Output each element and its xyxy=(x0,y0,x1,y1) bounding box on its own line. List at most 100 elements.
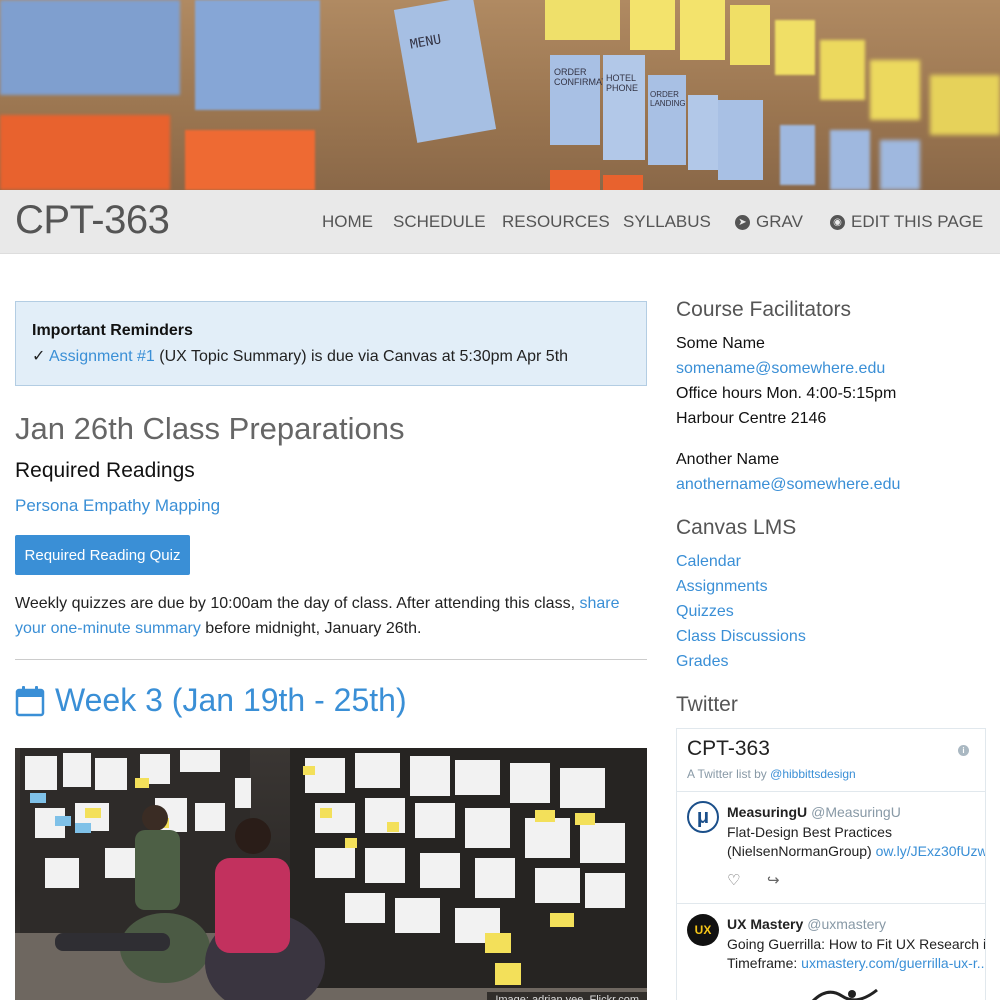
measuringu-logo-icon: μ xyxy=(696,806,710,828)
required-reading-quiz-button[interactable]: Required Reading Quiz xyxy=(15,535,190,575)
sticky-note xyxy=(0,0,180,95)
quiz-info-paragraph: Weekly quizzes are due by 10:00am the da… xyxy=(15,591,647,641)
class-prep-title: Jan 26th Class Preparations xyxy=(15,411,405,446)
sticky-note xyxy=(718,100,763,180)
nav-label: SCHEDULE xyxy=(393,212,486,231)
sticky-note-menu: MENU xyxy=(393,0,497,143)
author-handle: @uxmastery xyxy=(807,916,887,932)
sticky-note xyxy=(775,20,815,75)
tweet-line: Going Guerrilla: How to Fit UX Research … xyxy=(727,936,986,952)
course-facilitators-heading: Course Facilitators xyxy=(676,298,852,321)
sticky-note xyxy=(820,40,865,100)
sticky-note xyxy=(195,0,320,110)
uxmastery-avatar[interactable]: UX xyxy=(687,914,719,946)
office-room: Harbour Centre 2146 xyxy=(676,410,827,427)
office-hours: Office hours Mon. 4:00-5:15pm xyxy=(676,385,897,402)
nav-label: RESOURCES xyxy=(502,212,610,231)
tweet-link[interactable]: uxmastery.com/guerrilla-ux-r... xyxy=(801,955,985,971)
canvas-link-quizzes[interactable]: Quizzes xyxy=(676,603,734,621)
divider xyxy=(15,659,647,660)
tweet-line: Timeframe: uxmastery.com/guerrilla-ux-r.… xyxy=(727,954,985,973)
tweet-line-text: Timeframe: xyxy=(727,955,802,971)
sticky-note xyxy=(545,0,620,40)
tweet-line: Flat-Design Best Practices xyxy=(727,824,892,840)
tweet-image-illustration xyxy=(811,988,878,1000)
sticky-note xyxy=(780,125,815,185)
nav-edit-this-page[interactable]: ◉ EDIT THIS PAGE xyxy=(830,212,983,232)
reminder-line: ✓ Assignment #1 (UX Topic Summary) is du… xyxy=(32,346,630,366)
sticky-note xyxy=(630,0,675,50)
facilitator-email-link[interactable]: somename@somewhere.edu xyxy=(676,360,885,378)
nav-resources[interactable]: RESOURCES xyxy=(502,212,610,232)
canvas-lms-heading: Canvas LMS xyxy=(676,516,797,539)
sticky-note xyxy=(680,0,725,60)
sticky-note xyxy=(688,95,718,170)
sticky-note xyxy=(730,5,770,65)
sticky-note xyxy=(550,170,600,190)
nav-label: HOME xyxy=(322,212,373,231)
note-text: MENU xyxy=(408,32,443,53)
para-text: Weekly quizzes are due by 10:00am the da… xyxy=(15,595,580,612)
share-icon[interactable]: ↪ xyxy=(767,871,780,889)
tweet-link[interactable]: ow.ly/JExz30fUzw xyxy=(876,843,985,859)
author-handle: @MeasuringU xyxy=(811,804,901,820)
uxmastery-logo-icon: UX xyxy=(694,923,712,937)
sticky-note xyxy=(603,175,643,190)
twitter-list-widget: CPT-363 i A Twitter list by @hibbittsdes… xyxy=(676,728,986,1000)
list-owner-link[interactable]: @hibbittsdesign xyxy=(770,767,856,781)
arrow-circle-icon: ➤ xyxy=(735,214,750,230)
persona-empathy-mapping-link[interactable]: Persona Empathy Mapping xyxy=(15,496,220,516)
calendar-icon xyxy=(15,685,45,716)
twitter-heading: Twitter xyxy=(676,693,738,716)
sticky-note: HOTEL PHONE xyxy=(603,55,645,160)
class-photo: Image: adrian yee, Flickr.com xyxy=(15,748,647,1000)
tweet-author[interactable]: UX Mastery @uxmastery xyxy=(727,916,886,932)
sticky-note: ORDER CONFIRMATION xyxy=(550,55,623,145)
facilitator-email-link[interactable]: anothername@somewhere.edu xyxy=(676,476,900,494)
list-owner-prefix: A Twitter list by xyxy=(687,767,771,781)
canvas-link-grades[interactable]: Grades xyxy=(676,653,728,671)
facilitator-name: Another Name xyxy=(676,451,780,468)
nav-grav[interactable]: ➤ GRAV xyxy=(735,212,803,232)
author-name: MeasuringU xyxy=(727,804,808,820)
nav-label: SYLLABUS xyxy=(623,212,711,231)
reminder-title: Important Reminders xyxy=(32,322,193,339)
canvas-link-calendar[interactable]: Calendar xyxy=(676,553,741,571)
tweet-line: (NielsenNormanGroup) ow.ly/JExz30fUzw xyxy=(727,842,985,861)
facilitator-name: Some Name xyxy=(676,335,765,352)
nav-label: GRAV xyxy=(756,212,803,231)
info-icon[interactable]: i xyxy=(958,745,969,756)
important-reminders-box: Important Reminders ✓ Assignment #1 (UX … xyxy=(15,301,647,386)
divider xyxy=(677,791,985,792)
note-text: HOTEL PHONE xyxy=(606,73,639,93)
twitter-list-title[interactable]: CPT-363 xyxy=(687,737,770,761)
github-icon: ◉ xyxy=(830,214,845,230)
photo-credit: Image: adrian yee, Flickr.com xyxy=(487,992,647,1000)
para-text: before midnight, January 26th. xyxy=(200,620,422,637)
measuringu-avatar[interactable]: μ xyxy=(687,801,719,833)
hero-banner-image: MENU ORDER CONFIRMATION HOTEL PHONE ORDE… xyxy=(0,0,1000,190)
nav-schedule[interactable]: SCHEDULE xyxy=(393,212,486,232)
reminder-text: (UX Topic Summary) is due via Canvas at … xyxy=(154,348,569,365)
sticky-note xyxy=(930,75,1000,135)
week-heading: Week 3 (Jan 19th - 25th) xyxy=(15,682,407,719)
assignment-link[interactable]: Assignment #1 xyxy=(49,348,155,365)
tweet-image-preview[interactable] xyxy=(807,984,887,1000)
sticky-note: ORDER LANDING xyxy=(648,75,686,165)
check-icon: ✓ xyxy=(32,348,46,365)
top-navbar: CPT-363 HOME SCHEDULE RESOURCES SYLLABUS… xyxy=(0,190,1000,254)
divider xyxy=(677,903,985,904)
tweet-line-text: (NielsenNormanGroup) xyxy=(727,843,876,859)
sticky-note xyxy=(880,140,920,190)
canvas-link-class-discussions[interactable]: Class Discussions xyxy=(676,628,806,646)
heart-icon[interactable]: ♡ xyxy=(727,871,740,889)
twitter-list-owner: A Twitter list by @hibbittsdesign xyxy=(687,767,856,781)
nav-home[interactable]: HOME xyxy=(322,212,373,232)
week-3-title-link[interactable]: Week 3 (Jan 19th - 25th) xyxy=(55,682,407,719)
site-title[interactable]: CPT-363 xyxy=(15,198,170,243)
class-photo-illustration xyxy=(15,748,647,1000)
nav-syllabus[interactable]: SYLLABUS xyxy=(623,212,711,232)
sticky-note xyxy=(830,130,870,190)
canvas-link-assignments[interactable]: Assignments xyxy=(676,578,768,596)
tweet-author[interactable]: MeasuringU @MeasuringU xyxy=(727,804,901,820)
